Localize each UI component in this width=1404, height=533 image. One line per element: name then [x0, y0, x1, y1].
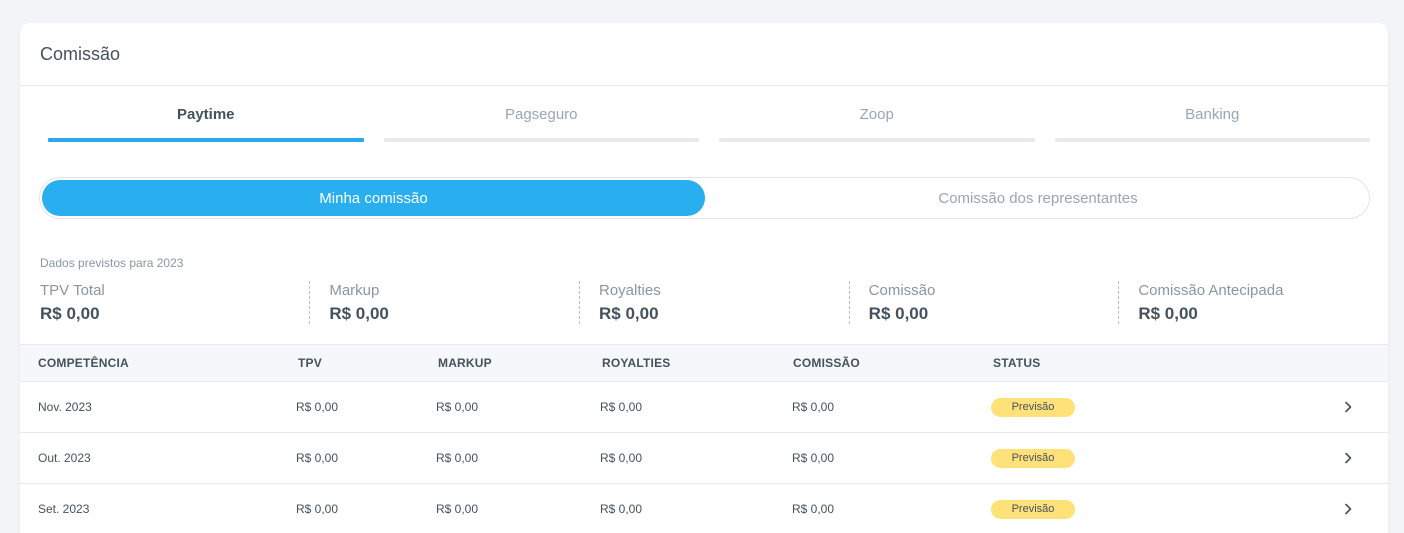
tab-banking[interactable]: Banking	[1054, 99, 1371, 142]
column-header-commission[interactable]: COMISSÃO	[793, 356, 860, 370]
table-row[interactable]: Set. 2023 R$ 0,00 R$ 0,00 R$ 0,00 R$ 0,0…	[20, 484, 1388, 533]
cell-commission: R$ 0,00	[792, 502, 835, 516]
cell-tpv: R$ 0,00	[296, 502, 339, 516]
column-header-royalties[interactable]: ROYALTIES	[602, 356, 670, 370]
tab-paytime[interactable]: Paytime	[48, 99, 364, 142]
status-badge: Previsão	[991, 448, 1075, 468]
stat-value: R$ 0,00	[329, 304, 389, 323]
summary-caption: Dados previstos para 2023	[40, 256, 184, 270]
cell-markup: R$ 0,00	[436, 502, 479, 516]
commission-segmented-control: Minha comissão Comissão dos representant…	[39, 177, 1370, 219]
cell-period: Out. 2023	[38, 451, 91, 465]
stat-tpv-total: TPV Total R$ 0,00	[40, 281, 309, 324]
commission-table: COMPETÊNCIA TPV MARKUP ROYALTIES COMISSÃ…	[20, 344, 1388, 533]
card-header: Comissão	[20, 23, 1388, 86]
stat-royalties: Royalties R$ 0,00	[579, 281, 849, 324]
table-header: COMPETÊNCIA TPV MARKUP ROYALTIES COMISSÃ…	[20, 344, 1388, 382]
stat-label: Royalties	[599, 282, 661, 299]
stat-label: Markup	[329, 282, 380, 299]
stat-advance-commission: Comissão Antecipada R$ 0,00	[1118, 281, 1388, 324]
cell-commission: R$ 0,00	[792, 451, 835, 465]
commission-card: Comissão Paytime Pagseguro Zoop Banking …	[20, 23, 1388, 533]
cell-period: Set. 2023	[38, 502, 90, 516]
page-title: Comissão	[40, 43, 121, 64]
chevron-right-icon[interactable]	[1340, 399, 1356, 415]
chevron-right-icon[interactable]	[1340, 450, 1356, 466]
provider-tabs: Paytime Pagseguro Zoop Banking	[48, 99, 1370, 142]
column-header-status[interactable]: STATUS	[993, 356, 1040, 370]
segment-representatives-commission[interactable]: Comissão dos representantes	[707, 178, 1369, 218]
column-header-markup[interactable]: MARKUP	[438, 356, 492, 370]
stat-commission: Comissão R$ 0,00	[848, 281, 1119, 324]
status-badge: Previsão	[991, 499, 1075, 519]
status-badge: Previsão	[991, 397, 1075, 417]
tab-zoop[interactable]: Zoop	[719, 99, 1035, 142]
column-header-tpv[interactable]: TPV	[298, 356, 322, 370]
stat-value: R$ 0,00	[1138, 304, 1198, 323]
cell-commission: R$ 0,00	[792, 400, 835, 414]
cell-royalties: R$ 0,00	[600, 400, 643, 414]
stat-label: Comissão Antecipada	[1138, 282, 1284, 299]
stat-label: Comissão	[868, 282, 936, 299]
stat-markup: Markup R$ 0,00	[309, 281, 579, 324]
segment-my-commission[interactable]: Minha comissão	[42, 180, 705, 216]
cell-period: Nov. 2023	[38, 400, 92, 414]
cell-tpv: R$ 0,00	[296, 400, 339, 414]
cell-markup: R$ 0,00	[436, 400, 479, 414]
cell-royalties: R$ 0,00	[600, 502, 643, 516]
stat-value: R$ 0,00	[868, 304, 929, 323]
stat-value: R$ 0,00	[40, 304, 100, 323]
table-row[interactable]: Nov. 2023 R$ 0,00 R$ 0,00 R$ 0,00 R$ 0,0…	[20, 382, 1388, 433]
table-row[interactable]: Out. 2023 R$ 0,00 R$ 0,00 R$ 0,00 R$ 0,0…	[20, 433, 1388, 484]
summary-stats: TPV Total R$ 0,00 Markup R$ 0,00 Royalti…	[40, 281, 1388, 324]
cell-royalties: R$ 0,00	[600, 451, 643, 465]
cell-markup: R$ 0,00	[436, 451, 479, 465]
stat-value: R$ 0,00	[599, 304, 659, 323]
chevron-right-icon[interactable]	[1340, 501, 1356, 517]
cell-tpv: R$ 0,00	[296, 451, 339, 465]
tab-pagseguro[interactable]: Pagseguro	[383, 99, 700, 142]
column-header-period[interactable]: COMPETÊNCIA	[38, 356, 129, 370]
stat-label: TPV Total	[40, 282, 105, 299]
